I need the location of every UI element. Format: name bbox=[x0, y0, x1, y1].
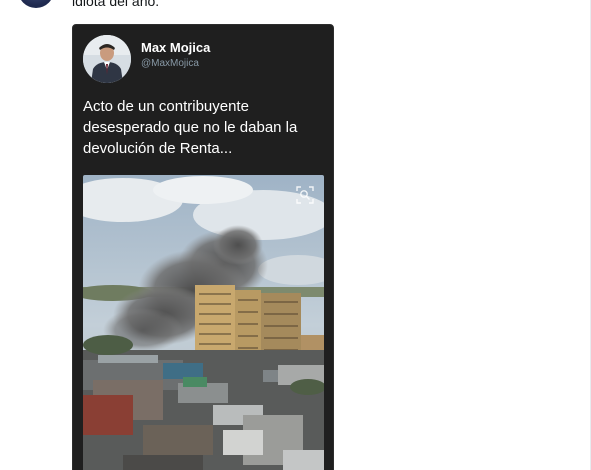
timeline-page: idiota del año. Max Mojica @MaxMojica Ac… bbox=[0, 0, 591, 470]
quoted-author-avatar[interactable] bbox=[83, 35, 131, 83]
author-avatar[interactable] bbox=[18, 0, 54, 8]
zoom-image-icon[interactable] bbox=[295, 185, 315, 205]
quoted-author-handle[interactable]: @MaxMojica bbox=[141, 58, 199, 69]
tweet-text: idiota del año. bbox=[72, 0, 160, 9]
quoted-author-name[interactable]: Max Mojica bbox=[141, 40, 210, 55]
quoted-tweet-card[interactable]: Max Mojica @MaxMojica Acto de un contrib… bbox=[72, 24, 334, 470]
quoted-tweet-text: Acto de un contribuyente desesperado que… bbox=[83, 98, 298, 157]
quoted-tweet-photo[interactable] bbox=[83, 175, 324, 470]
